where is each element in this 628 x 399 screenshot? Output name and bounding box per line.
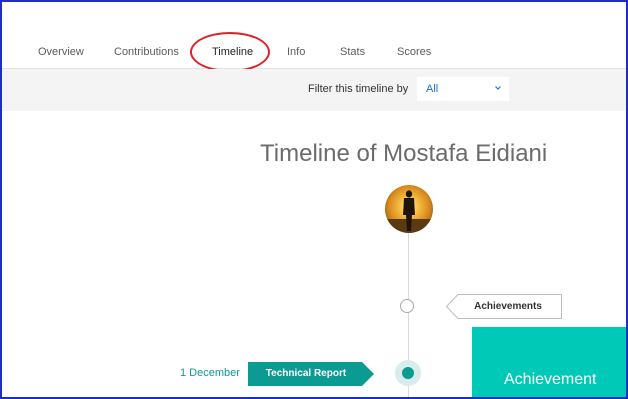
tab-overview[interactable]: Overview: [38, 46, 84, 58]
filter-select[interactable]: All: [417, 77, 509, 101]
timeline-node-dot: [402, 367, 414, 379]
filter-bar: Filter this timeline by All: [2, 69, 626, 111]
entry-date: 1 December: [180, 367, 240, 379]
page-title: Timeline of Mostafa Eidiani: [260, 140, 548, 167]
chevron-down-icon: [495, 86, 501, 90]
avatar[interactable]: [385, 185, 433, 233]
avatar-photo-icon: [385, 185, 433, 233]
filter-label: Filter this timeline by: [308, 83, 409, 95]
profile-tabs: Overview Contributions Timeline Info Sta…: [2, 38, 626, 69]
timeline-node: [400, 299, 414, 313]
technical-report-tag-text: Technical Report: [265, 368, 347, 379]
achievements-label: Achievements: [446, 294, 562, 319]
technical-report-tag[interactable]: Technical Report: [248, 362, 374, 386]
filter-selected-value: All: [426, 83, 439, 95]
achievements-label-text: Achievements: [474, 301, 542, 312]
tab-timeline[interactable]: Timeline: [212, 46, 253, 58]
achievement-card[interactable]: Achievement: [472, 327, 626, 397]
tab-scores[interactable]: Scores: [397, 46, 431, 58]
tab-info[interactable]: Info: [287, 46, 305, 58]
tab-stats[interactable]: Stats: [340, 46, 365, 58]
achievement-card-title: Achievement: [504, 371, 597, 388]
timeline-node-active[interactable]: [395, 360, 421, 386]
tab-contributions[interactable]: Contributions: [114, 46, 179, 58]
page-frame: Overview Contributions Timeline Info Sta…: [0, 0, 628, 399]
